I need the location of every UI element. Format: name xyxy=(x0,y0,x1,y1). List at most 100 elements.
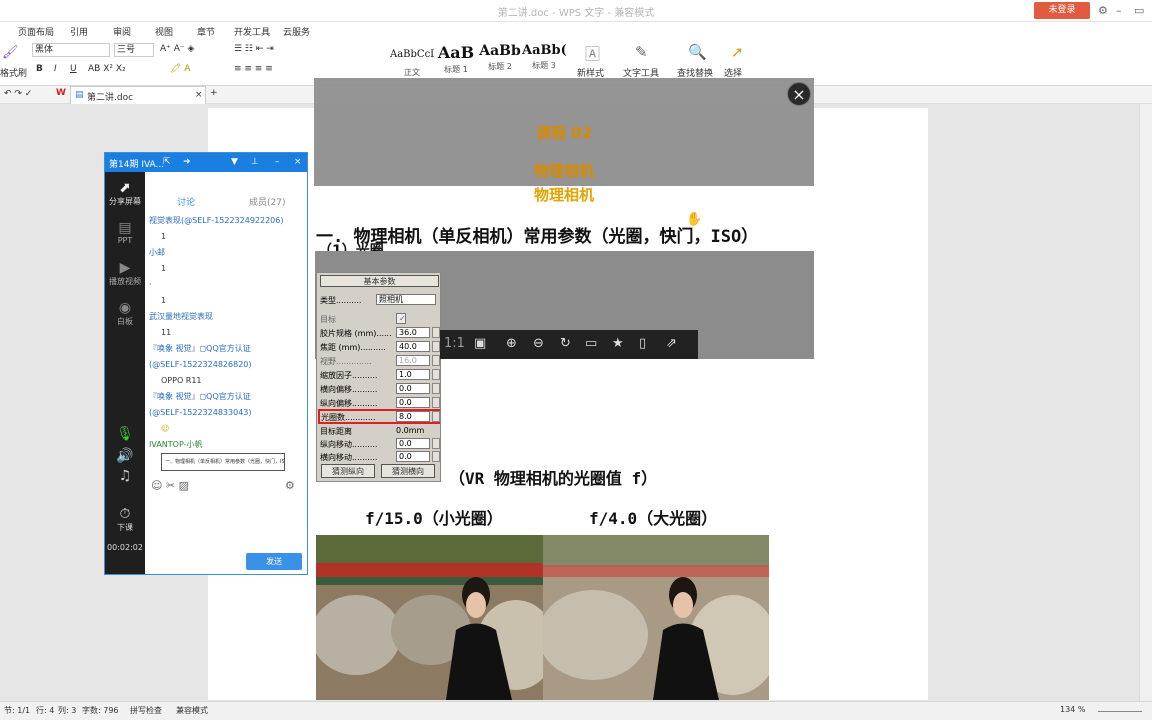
zoom-slider[interactable] xyxy=(1098,711,1142,712)
status-word-count[interactable]: 字数: 796 xyxy=(82,705,119,716)
status-zoom[interactable]: 134 % xyxy=(1060,705,1085,714)
grow-font-icon[interactable]: A⁺ A⁻ ◈ xyxy=(160,44,194,54)
tab-view[interactable]: 视图 xyxy=(155,25,173,38)
fstop-input[interactable]: 8.0 xyxy=(396,411,430,422)
share-icon[interactable]: ⇗ xyxy=(666,336,677,351)
mic-icon[interactable]: 🎙 xyxy=(105,426,145,442)
focal-length-input[interactable]: 40.0 xyxy=(396,341,430,352)
whiteboard-button[interactable]: ◉ 白板 xyxy=(105,300,145,327)
close-viewer-button[interactable]: × xyxy=(787,82,811,106)
minimize-chat-icon[interactable]: – xyxy=(275,157,280,167)
h-shift-spinner[interactable] xyxy=(432,383,440,394)
new-tab-icon[interactable]: + xyxy=(210,88,218,98)
target-checkbox[interactable]: ✓ xyxy=(396,313,406,324)
send-button[interactable]: 发送 xyxy=(246,553,302,570)
font-name-select[interactable]: 黑体 xyxy=(32,43,110,57)
status-spell-check[interactable]: 拼写检查 xyxy=(130,705,162,716)
actual-size-button[interactable]: 1:1 xyxy=(444,336,465,351)
speaker-icon[interactable]: 🔊 xyxy=(105,448,145,464)
font-size-select[interactable]: 三号 xyxy=(114,43,154,57)
maximize-icon[interactable]: ▭ xyxy=(1134,4,1144,17)
close-tab-icon[interactable]: × xyxy=(195,90,203,100)
tab-page-layout[interactable]: 页面布局 xyxy=(18,25,54,38)
align-icons[interactable]: ≡ ≡ ≡ ≡ xyxy=(234,64,273,74)
fov-spinner[interactable] xyxy=(432,355,440,366)
style-normal[interactable]: AaBbCcD 正文 xyxy=(390,43,434,83)
new-style-icon[interactable]: 🄰 xyxy=(585,43,600,64)
film-gate-input[interactable]: 36.0 xyxy=(396,327,430,338)
format-painter-icon[interactable]: 🖌 xyxy=(2,45,19,60)
select-cursor-icon[interactable]: ➚ xyxy=(731,43,744,61)
v-shift-spinner[interactable] xyxy=(432,397,440,408)
skin-icon[interactable]: ⚙ xyxy=(1098,4,1108,17)
style-heading-1[interactable]: AaB 标题 1 xyxy=(434,43,478,83)
camera-type-select[interactable]: 照相机 xyxy=(376,294,436,305)
zoom-out-icon[interactable]: ⊖ xyxy=(533,336,544,351)
close-chat-icon[interactable]: × xyxy=(294,157,302,167)
forward-icon[interactable]: ➜ xyxy=(183,157,191,167)
focal-length-spinner[interactable] xyxy=(432,341,440,352)
page-right-area xyxy=(814,108,928,700)
strike-button[interactable]: AB X² X₂ xyxy=(88,64,126,74)
tab-members[interactable]: 成员(27) xyxy=(249,195,285,208)
music-icon[interactable]: ♫ xyxy=(105,468,145,484)
bookmark-icon[interactable]: ★ xyxy=(612,336,624,351)
tab-references[interactable]: 引用 xyxy=(70,25,88,38)
minimize-icon[interactable]: – xyxy=(1116,4,1122,17)
document-tab[interactable]: ▤ 第二讲.doc × xyxy=(70,86,206,104)
fov-input[interactable]: 16.0 xyxy=(396,355,430,366)
find-replace-icon[interactable]: 🔍 xyxy=(688,43,707,61)
course-subtitle: 物理相机 xyxy=(533,162,594,180)
underline-button[interactable]: U xyxy=(70,64,77,74)
rotate-icon[interactable]: ↻ xyxy=(560,336,571,351)
tab-chapter[interactable]: 章节 xyxy=(197,25,215,38)
message-sender: · xyxy=(149,280,152,289)
style-heading-3[interactable]: AaBb( 标题 3 xyxy=(522,43,566,83)
v-shift-input[interactable]: 0.0 xyxy=(396,397,430,408)
bold-button[interactable]: B xyxy=(36,64,43,74)
message-sender: 武汉量地视觉表现 xyxy=(149,312,213,321)
popout-icon[interactable]: ⇱ xyxy=(163,157,171,167)
message-text: 1 xyxy=(161,232,167,241)
fit-screen-icon[interactable]: ▣ xyxy=(474,336,486,351)
tab-developer[interactable]: 开发工具 xyxy=(234,25,270,38)
guess-vertical-button[interactable]: 猜测纵向 xyxy=(321,464,375,478)
guess-horizontal-button[interactable]: 猜测横向 xyxy=(381,464,435,478)
tab-cloud[interactable]: 云服务 xyxy=(283,25,310,38)
fstop-spinner[interactable] xyxy=(432,411,440,422)
tab-review[interactable]: 审阅 xyxy=(113,25,131,38)
v-tilt-input[interactable]: 0.0 xyxy=(396,438,430,449)
settings-icon[interactable]: ⚙ xyxy=(285,479,295,492)
tab-discussion[interactable]: 讨论 xyxy=(177,195,195,208)
italic-button[interactable]: I xyxy=(54,64,57,74)
message-sender: IVANTOP-小帆 xyxy=(149,440,203,449)
vertical-scrollbar[interactable] xyxy=(1139,104,1152,701)
format-painter-label[interactable]: 格式刷 xyxy=(0,66,27,79)
target-distance-value: 0.0mm xyxy=(396,426,425,435)
ppt-button[interactable]: ▤ PPT xyxy=(105,220,145,245)
highlight-icon[interactable]: 🖍 A xyxy=(170,64,190,74)
undo-icon[interactable]: ↶ ↷ ✓ xyxy=(4,89,32,99)
login-button[interactable]: 未登录 xyxy=(1034,2,1090,19)
message-sender: 小邮 xyxy=(149,248,165,257)
v-tilt-spinner[interactable] xyxy=(432,438,440,449)
style-heading-2[interactable]: AaBb 标题 2 xyxy=(478,43,522,83)
share-screen-button[interactable]: ⬈ 分享屏幕 xyxy=(105,180,145,207)
zoom-factor-spinner[interactable] xyxy=(432,369,440,380)
fullscreen-icon[interactable]: ▯ xyxy=(639,336,646,351)
zoom-in-icon[interactable]: ⊕ xyxy=(506,336,517,351)
h-tilt-input[interactable]: 0.0 xyxy=(396,451,430,462)
emoji-icon[interactable]: ☺ ✂ ▨ xyxy=(151,479,189,492)
end-class-button[interactable]: ⏱ 下课 xyxy=(105,506,145,533)
h-shift-input[interactable]: 0.0 xyxy=(396,383,430,394)
list-icon[interactable]: ☰ ☷ ⇤ ⇥ xyxy=(234,44,274,54)
text-tools-icon[interactable]: ✎ xyxy=(635,43,648,61)
dropdown-icon[interactable]: ▼ xyxy=(231,157,238,167)
pin-icon[interactable]: ⊥ xyxy=(251,157,259,167)
play-video-button[interactable]: ▶ 播放视频 xyxy=(105,260,145,287)
zoom-factor-input[interactable]: 1.0 xyxy=(396,369,430,380)
h-tilt-spinner[interactable] xyxy=(432,451,440,462)
film-gate-spinner[interactable] xyxy=(432,327,440,338)
image-thumbnail-message[interactable]: 一、物理相机（单反相机）常用参数（光圈，快门，ISO） xyxy=(161,453,285,471)
save-icon[interactable]: ▭ xyxy=(585,336,597,351)
